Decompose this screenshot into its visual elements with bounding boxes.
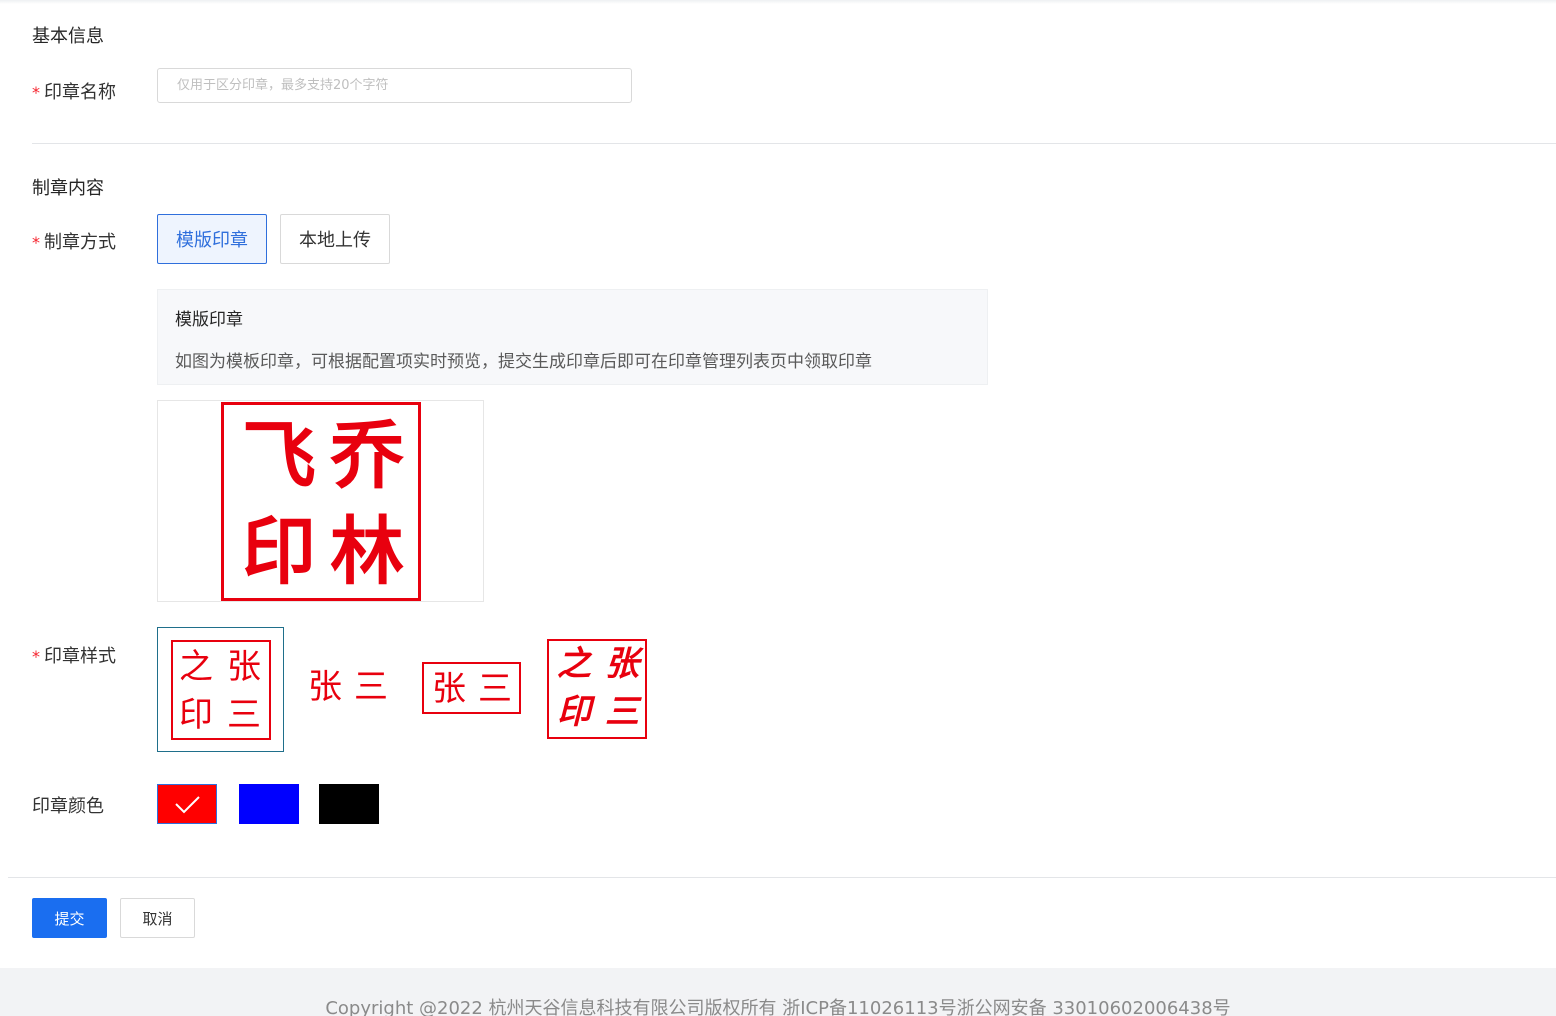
style-4-char: 张 [605,644,639,684]
style-3-char: 张 [432,669,466,709]
section-divider [32,143,1556,144]
style-1-char: 之 [179,647,213,687]
style-4-char: 之 [557,644,591,684]
required-mark: * [32,233,40,252]
color-swatch-black[interactable] [319,784,379,824]
section-title-content: 制章内容 [32,178,104,199]
seal-style-1-border: 之 张 印 三 [171,640,271,740]
style-4-char: 印 [557,692,591,732]
seal-name-input[interactable] [157,68,632,103]
color-label: 印章颜色 [32,796,104,817]
required-mark: * [32,83,40,102]
seal-style-option-1[interactable]: 之 张 印 三 [157,627,284,752]
seal-name-label-text: 印章名称 [44,82,116,103]
color-swatch-red[interactable] [157,784,217,824]
section-title-basic-info: 基本信息 [32,26,104,47]
style-3-char: 三 [478,669,512,709]
cancel-button[interactable]: 取消 [120,898,195,938]
preview-seal-char: 印 [242,509,316,595]
info-box-description: 如图为模板印章，可根据配置项实时预览，提交生成印章后即可在印章管理列表页中领取印… [175,352,872,372]
style-label: * 印章样式 [32,642,116,668]
check-icon [175,796,200,814]
preview-seal-char: 飞 [242,413,316,499]
top-shadow [0,0,1556,4]
seal-style-option-2[interactable]: 张 三 [300,650,400,730]
footer-copyright: Copyright @2022 杭州天谷信息科技有限公司版权所有 浙ICP备11… [325,998,1231,1016]
template-info-box: 模版印章 如图为模板印章，可根据配置项实时预览，提交生成印章后即可在印章管理列表… [157,289,988,385]
method-template-button[interactable]: 模版印章 [157,214,267,264]
preview-seal-char: 乔 [330,413,404,499]
seal-style-option-4[interactable]: 之 张 印 三 [546,638,648,740]
seal-style-option-3[interactable]: 张 三 [420,660,524,717]
method-upload-button[interactable]: 本地上传 [280,214,390,264]
preview-seal-char: 林 [330,509,404,595]
style-2-char: 三 [354,667,388,707]
method-label: * 制章方式 [32,228,116,254]
style-4-char: 三 [605,692,639,732]
submit-button[interactable]: 提交 [32,898,107,938]
footer: Copyright @2022 杭州天谷信息科技有限公司版权所有 浙ICP备11… [0,968,1556,1016]
preview-seal-image: 飞 乔 印 林 [221,402,421,601]
method-label-text: 制章方式 [44,232,116,253]
style-2-char: 张 [308,667,342,707]
seal-name-label: * 印章名称 [32,78,116,104]
color-swatch-blue[interactable] [239,784,299,824]
seal-preview: 飞 乔 印 林 [157,400,484,602]
seal-style-4-border: 之 张 印 三 [547,639,647,739]
required-mark: * [32,647,40,666]
actions-divider [8,877,1556,878]
seal-style-3-border: 张 三 [422,662,521,714]
style-1-char: 三 [227,695,261,735]
style-1-char: 印 [179,695,213,735]
info-box-title: 模版印章 [175,310,243,330]
style-1-char: 张 [227,647,261,687]
style-label-text: 印章样式 [44,646,116,667]
